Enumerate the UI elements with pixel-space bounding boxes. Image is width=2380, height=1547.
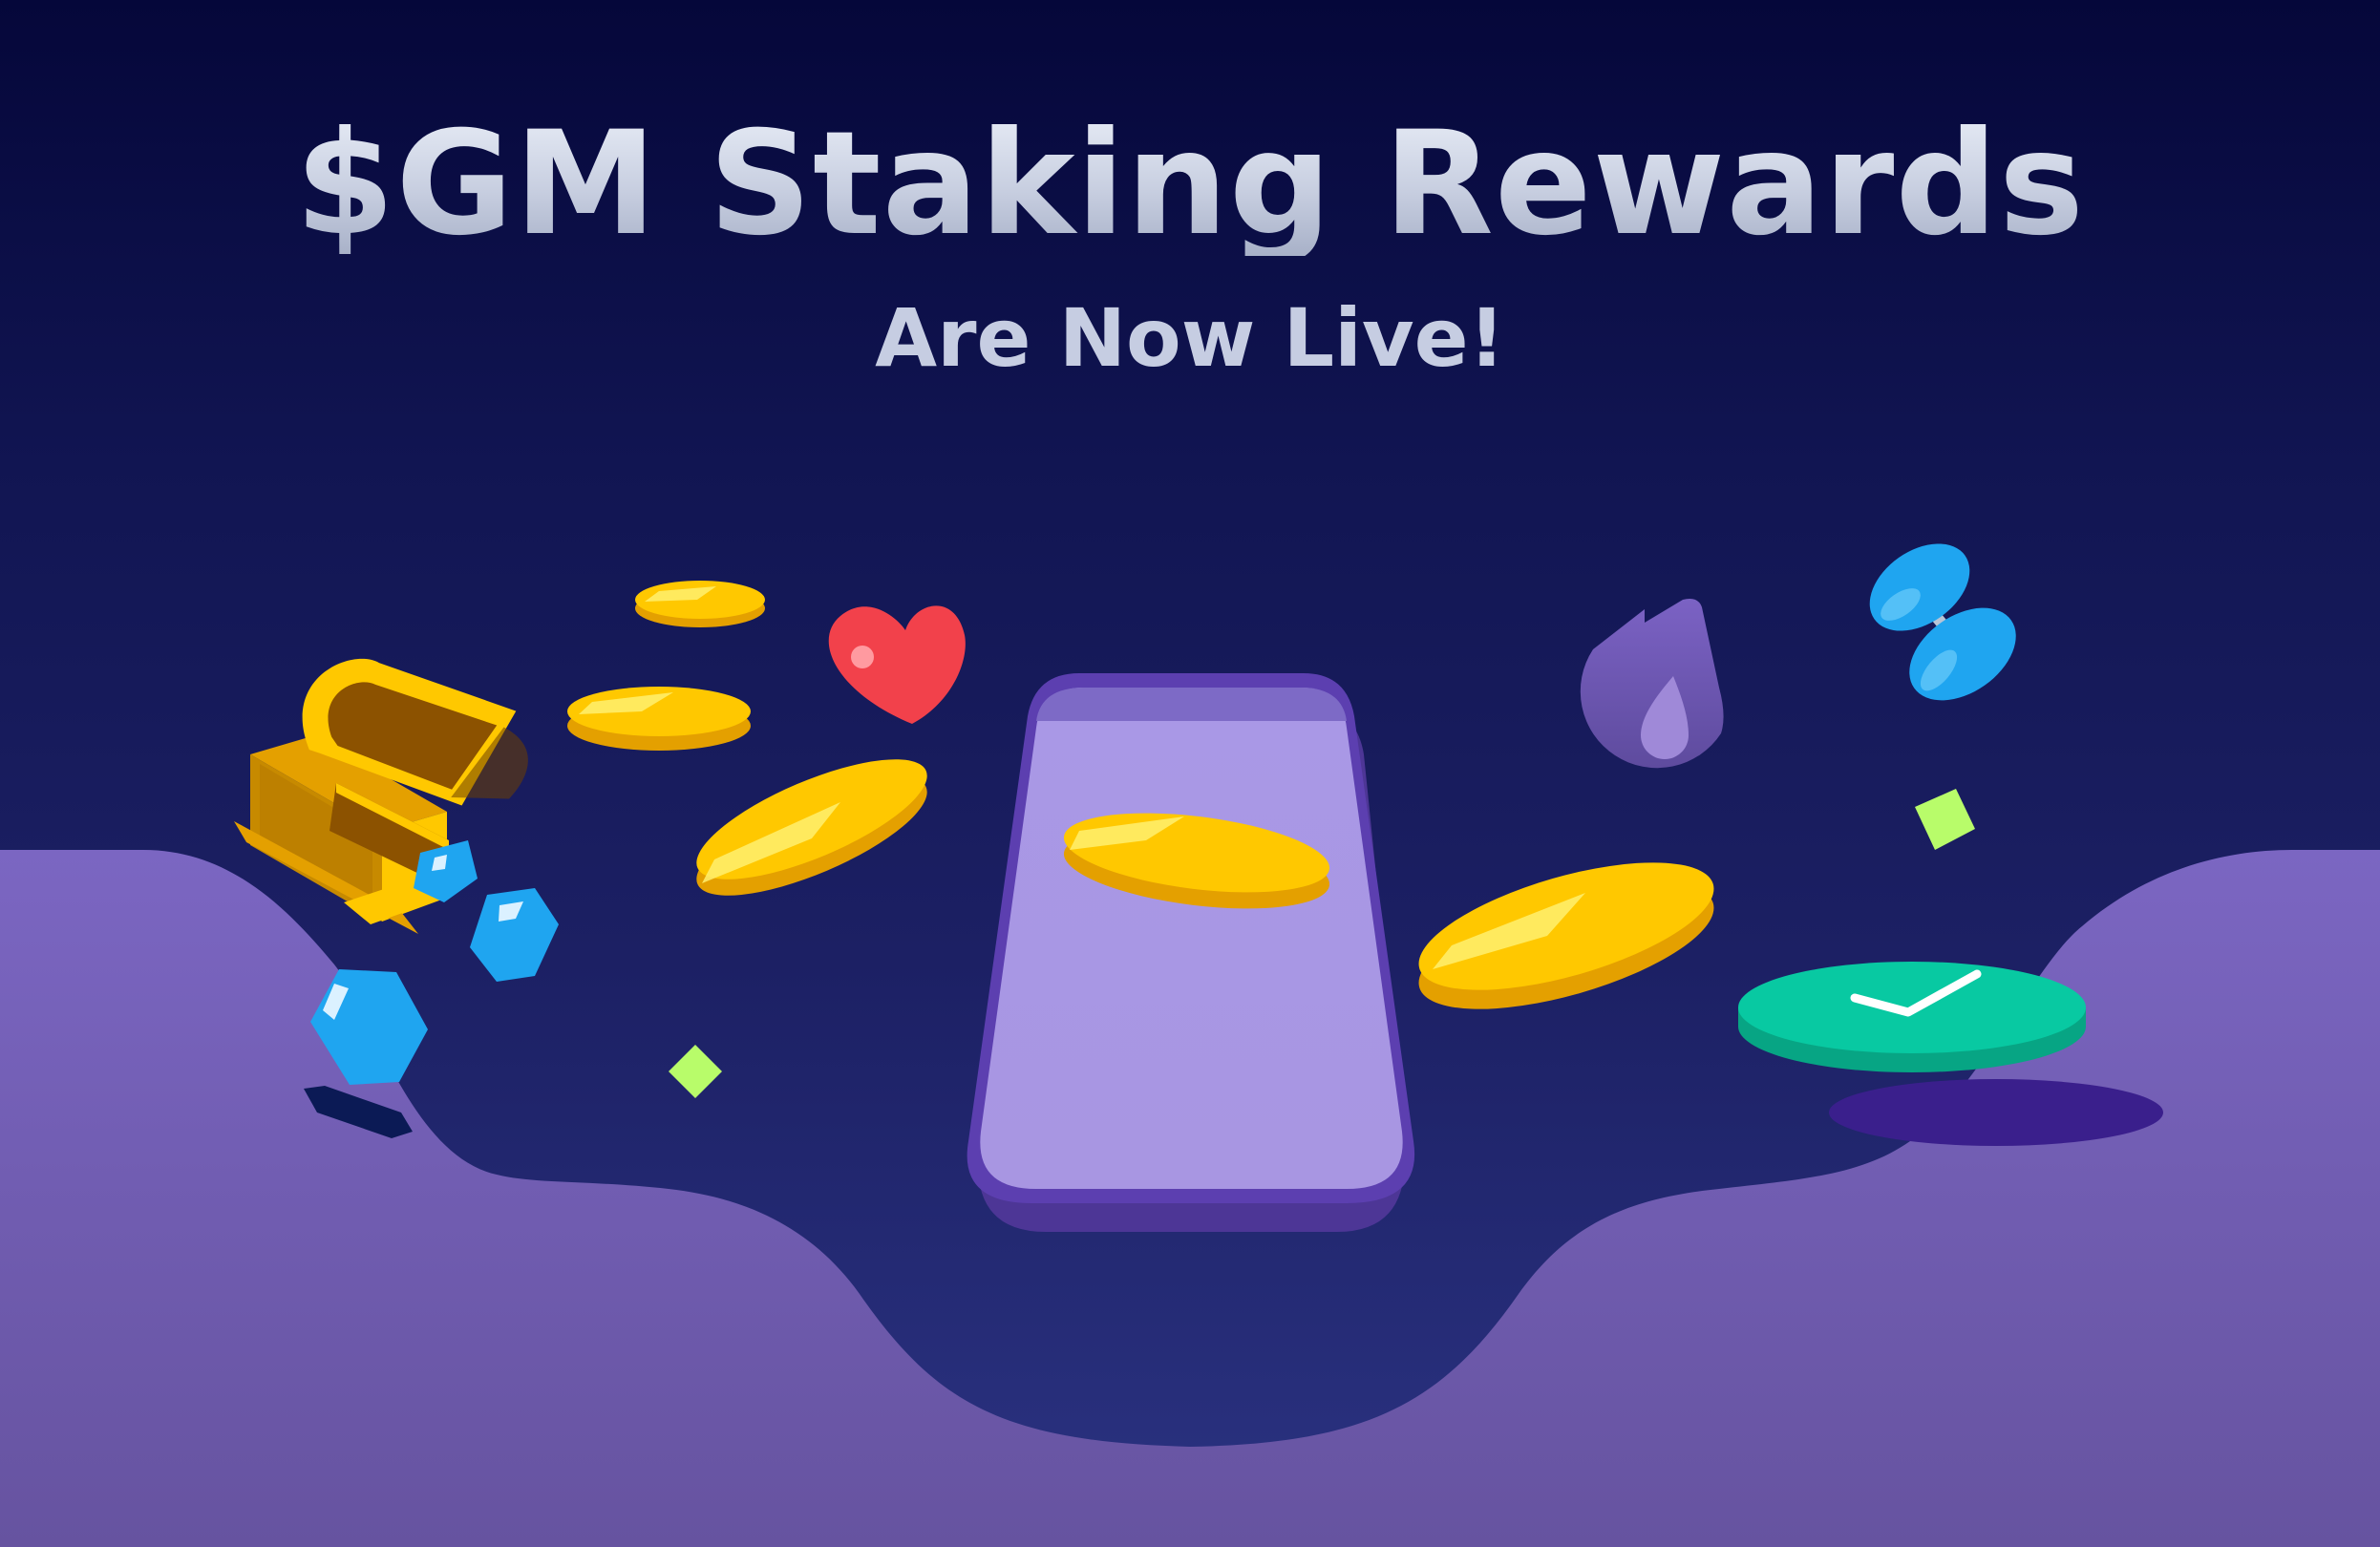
gold-coin-icon	[567, 687, 751, 751]
staking-banner: $GM Staking Rewards Are Now Live!	[0, 0, 2380, 1547]
treasure-chest-icon	[234, 658, 528, 934]
page-subtitle: Are Now Live!	[875, 291, 1505, 385]
dumbbell-icon	[1869, 543, 2016, 701]
heart-icon	[828, 605, 966, 724]
page-title: $GM Staking Rewards	[0, 113, 2380, 256]
lime-diamond-icon	[669, 1045, 722, 1098]
gold-coin-icon	[696, 759, 927, 896]
gold-coin-icon	[1418, 862, 1714, 1009]
blue-gem-icon	[470, 888, 559, 982]
gold-coin-icon	[635, 581, 765, 627]
lime-diamond-icon	[1915, 789, 1975, 850]
phone-icon	[967, 673, 1415, 1232]
flame-drop-icon	[1580, 599, 1724, 769]
